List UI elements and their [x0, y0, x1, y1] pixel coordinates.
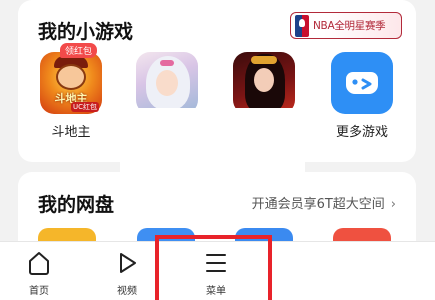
uc-red-packet-tag: UC红包 — [70, 102, 99, 112]
nba-logo-icon — [295, 14, 309, 37]
game-item-fairy[interactable] — [136, 52, 198, 114]
gamepad-icon — [331, 52, 393, 114]
tab-video[interactable]: 视频 — [97, 242, 157, 300]
vip-promo-text: 开通会员享6T超大空间 — [251, 197, 385, 212]
game-label: 斗地主 — [51, 125, 91, 140]
tab-video-label: 视频 — [117, 286, 137, 297]
doudizhu-game-icon: 斗地主 UC红包 领红包 — [40, 43, 102, 114]
menu-highlight-box — [155, 235, 272, 300]
cloud-disk-title: 我的网盘 — [38, 194, 115, 216]
home-icon — [29, 252, 49, 275]
more-games-label: 更多游戏 — [335, 125, 388, 140]
game-item-beauty[interactable] — [233, 52, 295, 114]
nba-all-star-banner[interactable]: NBA全明星赛季 — [290, 12, 402, 39]
vip-promo-link[interactable]: 开通会员享6T超大空间 › — [252, 193, 396, 212]
game-item-more[interactable]: 更多游戏 — [331, 52, 393, 140]
nba-banner-text: NBA全明星赛季 — [313, 20, 386, 32]
overlay-blank-region — [120, 108, 305, 180]
tab-home[interactable]: 首页 — [9, 242, 69, 300]
beauty-game-icon — [233, 52, 295, 114]
tab-home-label: 首页 — [29, 286, 49, 297]
fairy-game-icon — [136, 52, 198, 114]
red-packet-badge: 领红包 — [60, 43, 98, 58]
chevron-right-icon: › — [390, 197, 396, 212]
play-icon — [120, 253, 136, 273]
game-item-doudizhu[interactable]: 斗地主 UC红包 领红包 斗地主 — [40, 43, 102, 140]
mini-games-title: 我的小游戏 — [38, 21, 134, 43]
